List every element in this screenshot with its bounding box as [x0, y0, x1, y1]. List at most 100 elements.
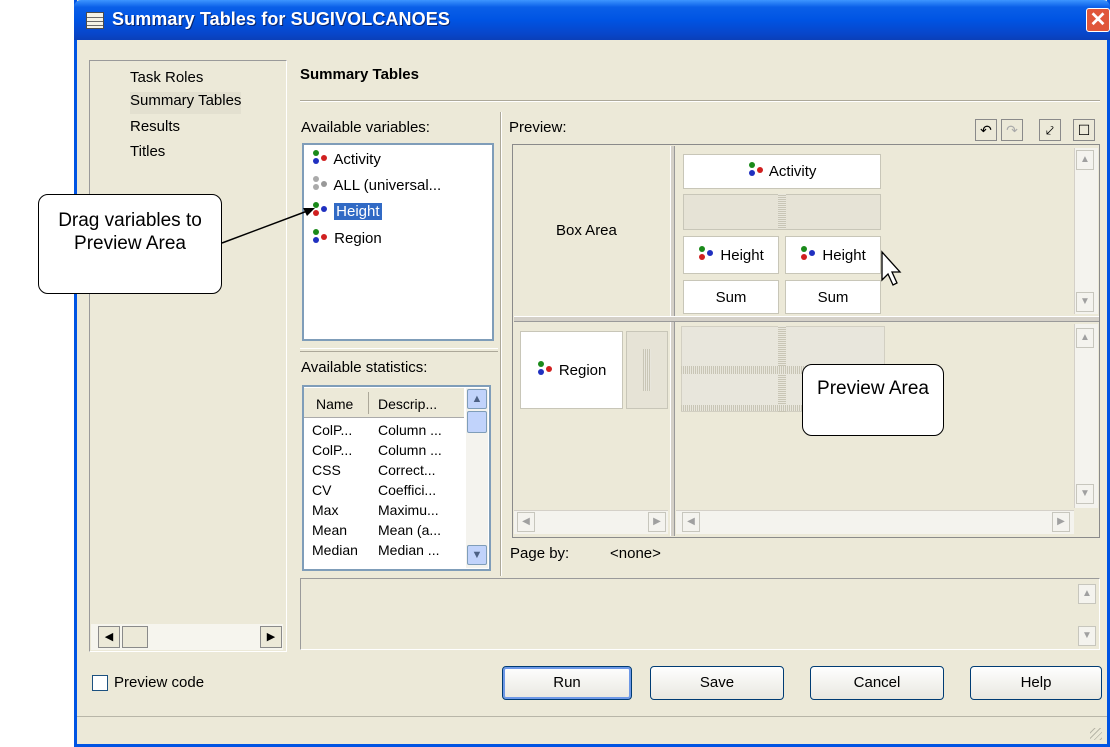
scroll-left-icon[interactable]: ◀ [517, 512, 535, 532]
scroll-right-icon[interactable]: ▶ [260, 626, 282, 648]
statistic-name[interactable]: ColP... [312, 442, 352, 461]
statistic-name[interactable]: Median [312, 542, 358, 559]
scroll-left-icon[interactable]: ◀ [98, 626, 120, 648]
classification-variable-icon [537, 361, 555, 377]
cancel-button[interactable]: Cancel [810, 666, 944, 700]
variable-label: ALL (universal... [333, 177, 442, 194]
preview-vertical-splitter[interactable] [670, 146, 675, 536]
status-bar [77, 716, 1107, 744]
statistic-description: Mean (a... [378, 522, 442, 538]
statistic-name[interactable]: CV [312, 482, 331, 501]
preview-code-checkbox[interactable] [92, 675, 108, 691]
pivot-icon[interactable]: ⤦ [1039, 119, 1061, 141]
column-header-cell[interactable]: Activity [683, 154, 881, 189]
row-header-cell[interactable]: Region [520, 331, 623, 409]
help-button[interactable]: Help [970, 666, 1102, 700]
column-header-description[interactable]: Descrip... [378, 396, 437, 412]
window-title: Summary Tables for SUGIVOLCANOES [112, 9, 450, 29]
scroll-down-icon[interactable]: ▼ [1076, 484, 1094, 504]
section-title: Summary Tables [300, 66, 419, 83]
statistic-description: Correct... [378, 462, 436, 478]
analysis-label: Height [822, 247, 866, 264]
preview-bottom-vscrollbar[interactable] [1074, 324, 1098, 508]
statistic-name[interactable]: CSS [312, 462, 341, 481]
analysis-label: Height [720, 247, 764, 264]
analysis-cell[interactable]: Height [785, 236, 881, 274]
drag-callout: Drag variables to Preview Area [38, 194, 222, 294]
row-header-label: Region [558, 362, 607, 379]
splitter[interactable] [300, 348, 498, 352]
statistic-name[interactable]: Mean [312, 522, 347, 541]
classification-variable-icon [312, 150, 330, 166]
scroll-down-icon[interactable]: ▼ [1076, 292, 1094, 312]
callout-arrow-icon [221, 208, 315, 244]
run-button[interactable]: Run [502, 666, 632, 700]
cell-separator [643, 349, 651, 391]
save-button[interactable]: Save [650, 666, 784, 700]
variable-item-activity[interactable]: Activity [312, 150, 381, 173]
scroll-thumb[interactable] [467, 411, 487, 433]
statistic-name[interactable]: Max [312, 502, 338, 521]
undo-icon[interactable]: ↶ [975, 119, 997, 141]
scroll-down-icon[interactable]: ▼ [1078, 626, 1096, 646]
preview-label: Preview: [509, 119, 567, 136]
preview-top-vscrollbar[interactable] [1074, 148, 1098, 314]
column-header-label: Activity [768, 163, 817, 180]
cursor-icon [881, 250, 902, 286]
scroll-up-icon[interactable]: ▲ [1076, 150, 1094, 170]
analysis-cell[interactable]: Height [683, 236, 779, 274]
page-by-label: Page by: [510, 545, 570, 562]
vertical-divider [500, 112, 502, 576]
close-button[interactable]: ✕ [1086, 8, 1110, 32]
preview-horizontal-splitter[interactable] [514, 316, 1099, 322]
classification-variable-icon [748, 162, 766, 178]
universal-class-icon [312, 176, 330, 192]
analysis-variable-icon [800, 246, 818, 262]
scroll-up-icon[interactable]: ▲ [1076, 328, 1094, 348]
page-by-value[interactable]: <none> [610, 545, 661, 562]
scroll-left-icon[interactable]: ◀ [682, 512, 700, 532]
variable-label: Activity [333, 151, 381, 168]
variable-item-height[interactable]: Height [312, 202, 382, 225]
body-hscrollbar[interactable] [676, 510, 1074, 534]
maximize-icon[interactable]: ☐ [1073, 119, 1095, 141]
variable-label: Region [334, 230, 382, 247]
statistic-description: Column ... [378, 442, 442, 458]
statistics-label: Available statistics: [301, 359, 428, 376]
variables-label: Available variables: [301, 119, 430, 136]
scroll-down-icon[interactable]: ▼ [467, 545, 487, 565]
statistic-name[interactable]: ColP... [312, 422, 352, 441]
nav-item-titles[interactable]: Titles [130, 143, 165, 165]
variable-label: Height [334, 203, 382, 220]
variable-item-region[interactable]: Region [312, 229, 382, 252]
analysis-variable-icon [698, 246, 716, 262]
table-icon [86, 12, 104, 29]
statistic-description: Median ... [378, 542, 440, 558]
nav-panel [89, 60, 287, 652]
statistic-cell[interactable]: Sum [683, 280, 779, 314]
scroll-thumb[interactable] [122, 626, 148, 648]
column-divider[interactable] [368, 392, 369, 414]
scroll-up-icon[interactable]: ▲ [1078, 584, 1096, 604]
box-area-label: Box Area [556, 222, 617, 239]
cell-separator [778, 194, 786, 230]
statistic-description: Coeffici... [378, 482, 437, 498]
statistic-description: Column ... [378, 422, 442, 438]
statistic-description: Maximu... [378, 502, 439, 518]
description-box [300, 578, 1100, 650]
column-header-name[interactable]: Name [316, 396, 353, 412]
redo-icon[interactable]: ↷ [1001, 119, 1023, 141]
nav-item-summary-tables[interactable]: Summary Tables [130, 92, 242, 114]
section-divider [300, 100, 1100, 102]
nav-item-task-roles[interactable]: Task Roles [130, 69, 203, 91]
variable-item-all[interactable]: ALL (universal... [312, 176, 441, 199]
preview-code-label: Preview code [114, 674, 205, 691]
scroll-right-icon[interactable]: ▶ [648, 512, 666, 532]
statistic-cell[interactable]: Sum [785, 280, 881, 314]
resize-grip-icon[interactable] [1090, 728, 1102, 740]
row-hscrollbar[interactable] [514, 510, 668, 534]
scroll-up-icon[interactable]: ▲ [467, 389, 487, 409]
preview-callout: Preview Area [802, 364, 944, 436]
scroll-right-icon[interactable]: ▶ [1052, 512, 1070, 532]
nav-item-results[interactable]: Results [130, 118, 180, 140]
